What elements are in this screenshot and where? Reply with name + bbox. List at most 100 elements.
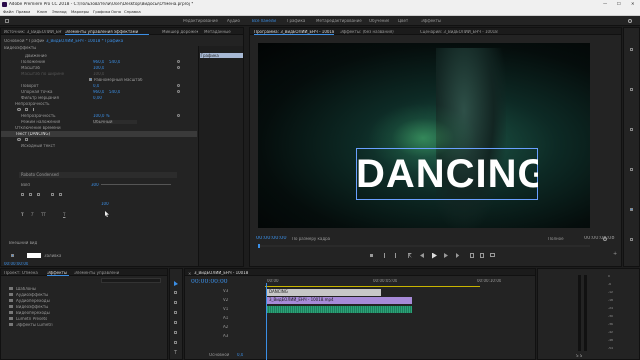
fit-select[interactable]: По размеру кадра [292,237,330,241]
workspace-metalogging[interactable]: Метаредактирование [316,19,362,23]
list-item[interactable]: Эффекты Lumetri [1,322,167,328]
font-style-select[interactable]: Bold [21,183,30,187]
audio-clip[interactable] [267,306,412,313]
row-value[interactable]: 100,0 % [93,114,110,118]
marker-icon[interactable] [370,254,373,257]
row-source-text[interactable]: Исходный текст [1,143,197,149]
justify-last-icon[interactable] [59,193,62,196]
video-frame[interactable]: DANCING [258,43,590,228]
tab-project[interactable]: Проект: Отмена [4,271,44,275]
panel-tool-icon[interactable] [630,48,633,51]
close-tab-icon[interactable]: × [188,271,191,276]
selection-tool-icon[interactable] [174,281,178,286]
clip-name[interactable]: 3_ВидЕОЛИЙ_ЕНЧ - 10018 * Графика [46,39,131,43]
play-icon[interactable] [432,252,437,259]
row-value[interactable]: 0,0 [93,84,99,88]
tab-source[interactable]: Источник: 3_ВидЕОЛИЙ_ЕНЧ - 10018.mp4 [4,30,62,34]
ripple-tool-icon[interactable] [174,301,177,304]
home-icon[interactable] [5,19,9,23]
workspace-all-panels[interactable]: Все панели [252,19,276,23]
work-area-bar[interactable] [265,286,480,287]
pen-icon[interactable] [33,108,36,111]
panel-tool-icon[interactable] [630,88,633,91]
track-select-tool-icon[interactable] [174,291,177,294]
bold-icon[interactable]: T [21,212,24,217]
step-back-icon[interactable] [420,253,424,258]
tab-reference[interactable]: Эффекты: (без названия) [340,30,400,34]
row-value[interactable]: 960,0 [93,60,104,64]
pen-tool-icon[interactable] [174,331,177,334]
reset-icon[interactable] [177,60,180,63]
font-size-slider[interactable] [101,184,171,185]
master-value[interactable]: 0,0 [237,353,243,357]
go-to-out-icon[interactable] [456,253,460,258]
tab-effects[interactable]: Эффекты [47,271,69,276]
tab-sequence[interactable]: 3_ВидЕОЛИЙ_ЕНЧ - 10018 [194,271,264,275]
panel-tool-icon[interactable] [630,238,633,241]
playhead-bar[interactable] [258,244,590,248]
track-v3[interactable]: V3 [223,289,228,293]
italic-icon[interactable]: T [31,212,33,217]
rect-mask-icon[interactable] [25,138,28,141]
row-value[interactable]: 0,00 [93,96,102,100]
in-point-icon[interactable] [384,253,386,258]
align-center-icon[interactable] [29,193,32,196]
fill-color-swatch[interactable] [27,253,41,258]
track-a1[interactable]: A1 [223,316,228,320]
menu-edit[interactable]: Правка [16,10,30,14]
checkbox-icon[interactable] [89,78,92,81]
rect-mask-icon[interactable] [25,108,28,111]
font-family-select[interactable]: Roboto Condensed [19,172,177,178]
tracking-value[interactable]: 100 [101,202,109,206]
workspace-color[interactable]: Цвет [398,19,408,23]
close-button[interactable]: ✕ [631,2,635,6]
tab-effect-controls[interactable]: Элементы управления эффектами [65,30,149,35]
playhead-marker[interactable] [258,244,260,248]
effects-search[interactable] [101,278,161,283]
tab-metadata[interactable]: Метаданные [204,30,238,34]
text-clip[interactable]: DANCING [267,289,381,296]
workspace-graphics[interactable]: Графика [287,19,305,23]
panel-tool-icon[interactable] [630,168,633,171]
overlay-title-text[interactable]: DANCING [356,150,538,198]
maximize-button[interactable]: ☐ [617,2,621,6]
row-value[interactable]: 960,0 [93,90,104,94]
menu-help[interactable]: Справка [124,10,141,14]
track-v1[interactable]: V1 [223,307,228,311]
effect-controls-timecode[interactable]: 00:00:00:00 [4,262,28,266]
reset-icon[interactable] [177,114,180,117]
tab-audio-mixer[interactable]: Микшер дорожек [162,30,198,34]
workspace-editing[interactable]: Редактирование [183,19,218,23]
workspace-learning[interactable]: Обучение [369,19,389,23]
workspace-effects[interactable]: Эффекты [421,19,441,23]
search-icon[interactable] [628,18,632,23]
lift-icon[interactable] [470,253,474,258]
fill-checkbox[interactable] [11,254,14,257]
track-v2[interactable]: V2 [223,298,228,302]
underline-icon[interactable]: T [63,212,65,217]
panel-tool-icon[interactable] [630,128,633,131]
ellipse-mask-icon[interactable] [17,108,21,111]
slip-tool-icon[interactable] [174,321,177,324]
track-a2[interactable]: A2 [223,325,228,329]
row-value-2[interactable]: 540,0 [109,60,120,64]
row-value-2[interactable]: 540,0 [109,90,120,94]
mini-timeline-clip[interactable]: Графика [200,53,243,58]
quality-select[interactable]: Полное [548,237,564,241]
razor-tool-icon[interactable] [174,311,177,314]
reset-icon[interactable] [177,84,180,87]
panel-tool-icon[interactable] [630,208,633,211]
caps-icon[interactable]: TT [41,212,46,217]
track-a3[interactable]: A3 [223,334,228,338]
tab-storyboard[interactable]: Сценарий: 3_ВидЕОЛИЙ_ЕНЧ - 10018 [420,30,500,34]
settings-wrench-icon[interactable] [603,237,607,241]
ellipse-mask-icon[interactable] [17,138,21,141]
step-forward-icon[interactable] [444,253,448,258]
menu-file[interactable]: Файл [3,10,14,14]
extract-icon[interactable] [480,253,484,258]
type-tool-icon[interactable]: T [174,350,177,356]
program-timecode-left[interactable]: 00:00:00:00 [256,236,287,241]
align-left-icon[interactable] [21,193,24,196]
video-clip[interactable]: 3_ВидЕОЛИЙ_ЕНЧ - 10018.mp4 [267,297,412,304]
menu-sequence[interactable]: Эпизод [52,10,67,14]
